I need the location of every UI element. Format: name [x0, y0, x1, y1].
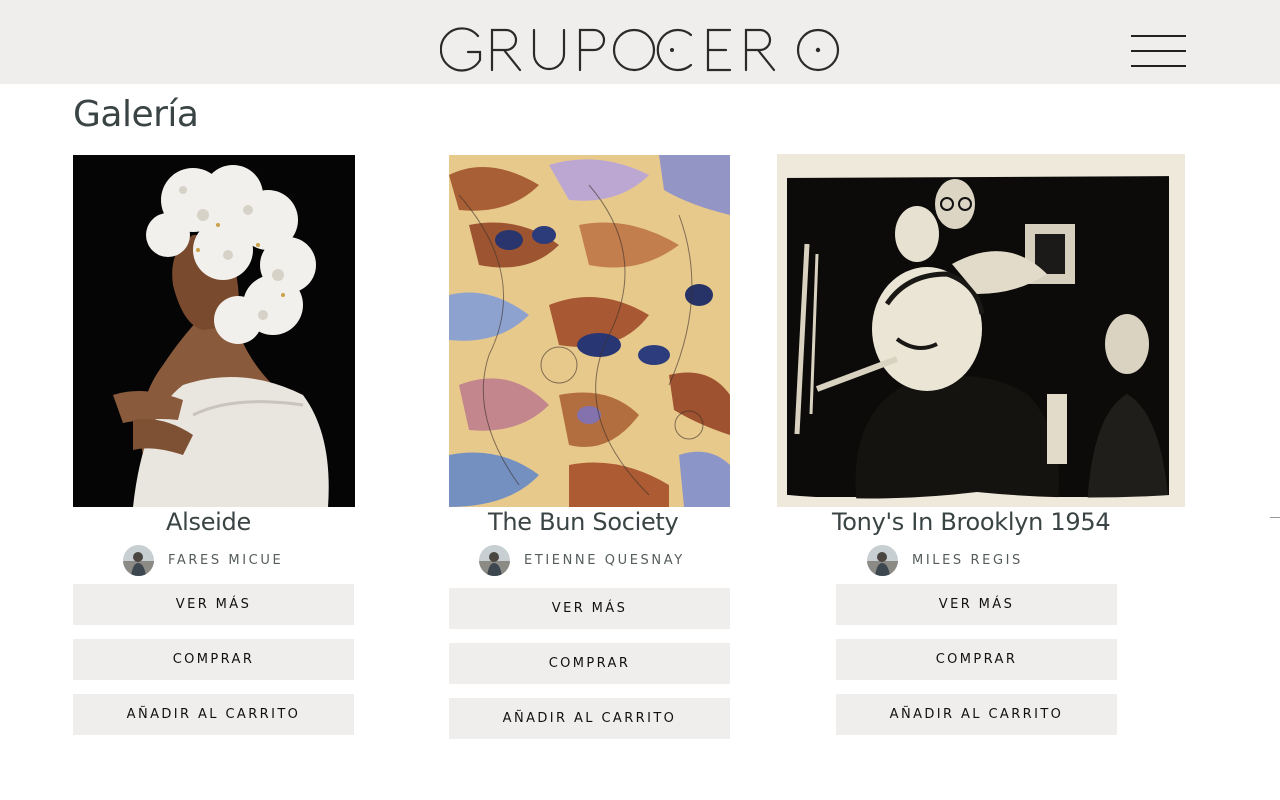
view-more-button[interactable]: VER MÁS	[836, 584, 1117, 625]
artwork-title[interactable]: Alseide	[166, 508, 251, 536]
view-more-button[interactable]: VER MÁS	[449, 588, 730, 629]
artist-info: ETIENNE QUESNAY	[479, 544, 685, 576]
artwork-image[interactable]	[777, 154, 1185, 507]
view-more-button[interactable]: VER MÁS	[73, 584, 354, 625]
artist-info: FARES MICUE	[123, 544, 283, 576]
artwork-title[interactable]: Tony's In Brooklyn 1954	[832, 508, 1111, 536]
buy-button[interactable]: COMPRAR	[836, 639, 1117, 680]
buy-button[interactable]: COMPRAR	[449, 643, 730, 684]
add-to-cart-button[interactable]: AÑADIR AL CARRITO	[73, 694, 354, 735]
artist-name[interactable]: FARES MICUE	[168, 553, 283, 568]
artist-name[interactable]: MILES REGIS	[912, 553, 1023, 568]
menu-line	[1131, 50, 1186, 52]
artwork-image[interactable]	[73, 155, 355, 507]
artist-avatar[interactable]	[123, 544, 154, 576]
page-title: Galería	[73, 94, 199, 135]
add-to-cart-button[interactable]: AÑADIR AL CARRITO	[449, 698, 730, 739]
menu-line	[1131, 65, 1186, 67]
hamburger-menu-icon[interactable]	[1131, 33, 1186, 69]
artist-info: MILES REGIS	[867, 544, 1023, 576]
grupocero-logo[interactable]	[439, 26, 844, 72]
artwork-image[interactable]	[449, 155, 730, 507]
artwork-title[interactable]: The Bun Society	[488, 508, 679, 536]
menu-line	[1131, 35, 1186, 37]
artist-name[interactable]: ETIENNE QUESNAY	[524, 553, 685, 568]
artist-avatar[interactable]	[867, 544, 898, 576]
scroll-indicator	[1270, 517, 1280, 518]
artist-avatar[interactable]	[479, 544, 510, 576]
add-to-cart-button[interactable]: AÑADIR AL CARRITO	[836, 694, 1117, 735]
buy-button[interactable]: COMPRAR	[73, 639, 354, 680]
site-header	[0, 0, 1280, 84]
